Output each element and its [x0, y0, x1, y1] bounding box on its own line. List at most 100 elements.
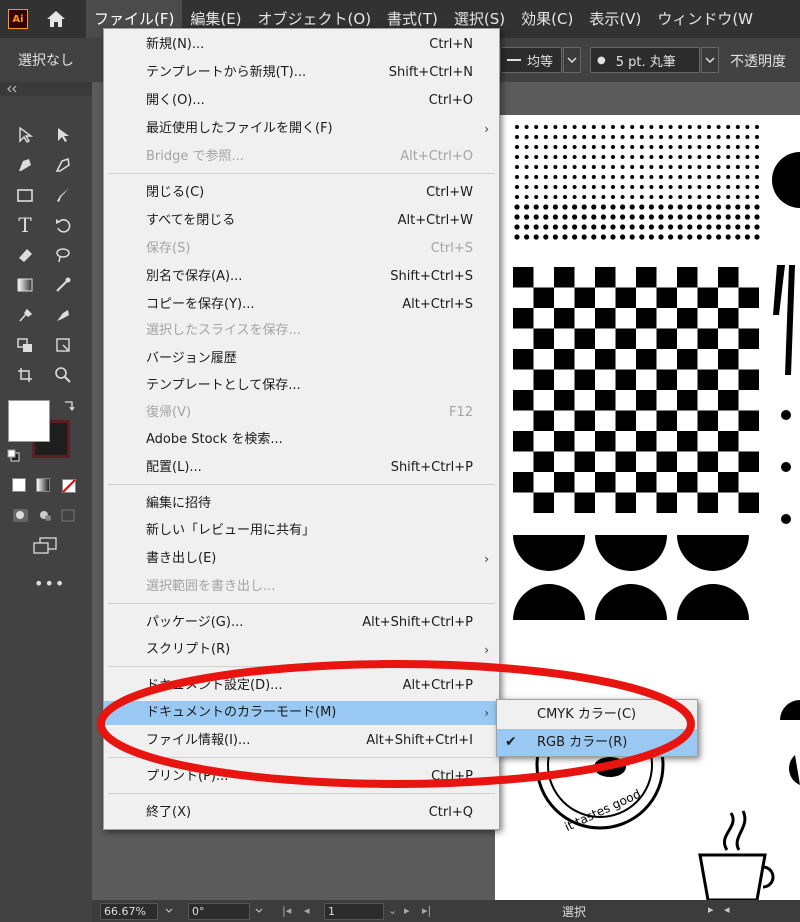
artwork-dot — [601, 125, 606, 129]
submenu-item-rgb[interactable]: ✔ RGB カラー(R) — [497, 729, 697, 756]
live-paint-tool-icon[interactable] — [48, 300, 78, 330]
fill-swatch[interactable] — [8, 400, 50, 442]
artwork-dot — [649, 135, 654, 139]
menu-item-open[interactable]: 開く(O)... Ctrl+O — [104, 89, 499, 113]
menu-item-save-as[interactable]: 別名で保存(A)... Shift+Ctrl+S — [104, 265, 499, 289]
previous-artboard-icon[interactable]: ◂ — [304, 904, 310, 917]
none-color-icon[interactable] — [62, 478, 76, 497]
artwork-dot — [735, 125, 740, 129]
artboard[interactable]: it tastes good — [495, 115, 800, 900]
more-tools-icon[interactable]: ••• — [34, 574, 65, 593]
artwork-dot — [572, 204, 578, 210]
artwork-dot — [735, 155, 740, 159]
draw-normal-icon[interactable] — [12, 508, 30, 528]
menu-item-share-for-review[interactable]: 新しい「レビュー用に共有」 — [104, 519, 499, 543]
draw-behind-icon[interactable] — [36, 508, 54, 528]
rotation-field[interactable]: 0° — [188, 903, 250, 920]
swap-colors-icon[interactable] — [62, 398, 76, 417]
stroke-profile-select[interactable]: 均等 — [500, 47, 562, 73]
menu-item-document-color-mode[interactable]: ドキュメントのカラーモード(M) › — [104, 701, 499, 725]
menu-item-print[interactable]: プリント(P)... Ctrl+P — [104, 765, 499, 789]
menu-item-file-info[interactable]: ファイル情報(I)... Alt+Shift+Ctrl+I — [104, 729, 499, 753]
shape-builder-icon[interactable] — [10, 330, 40, 360]
zoom-field[interactable]: 66.67% — [100, 903, 158, 920]
artwork-dot — [659, 165, 663, 169]
artwork-dot — [639, 145, 644, 149]
menu-item-version-history[interactable]: バージョン履歴 — [104, 347, 499, 371]
menu-item-export[interactable]: 書き出し(E) › — [104, 547, 499, 571]
scroll-left-icon[interactable]: ◂ — [724, 903, 730, 916]
blend-tool-icon[interactable] — [48, 270, 78, 300]
first-artboard-icon[interactable]: |◂ — [282, 904, 291, 917]
artwork-dot — [639, 125, 644, 129]
status-menu-icon[interactable]: ▸ — [708, 903, 714, 916]
fill-color-mode-icon[interactable] — [12, 478, 26, 492]
menu-item-new[interactable]: 新規(N)... Ctrl+N — [104, 33, 499, 57]
artwork-dot — [639, 195, 644, 199]
eraser-tool-icon[interactable] — [10, 240, 40, 270]
rotate-tool-icon[interactable] — [48, 210, 78, 240]
menu-item-save-copy[interactable]: コピーを保存(Y)... Alt+Ctrl+S — [104, 293, 499, 317]
screen-mode-icon[interactable] — [32, 536, 58, 560]
artwork-dot — [630, 185, 635, 189]
menu-item-close-all[interactable]: すべてを閉じる Alt+Ctrl+W — [104, 209, 499, 233]
zoom-tool-icon[interactable] — [48, 360, 78, 390]
menu-item-close[interactable]: 閉じる(C) Ctrl+W — [104, 181, 499, 205]
menu-view[interactable]: 表示(V) — [581, 0, 649, 38]
menu-item-exit[interactable]: 終了(X) Ctrl+Q — [104, 801, 499, 825]
lasso-tool-icon[interactable] — [48, 240, 78, 270]
artwork-dot — [572, 234, 578, 240]
paintbrush-tool-icon[interactable] — [48, 180, 78, 210]
pen-tool-icon[interactable] — [10, 150, 40, 180]
draw-inside-icon[interactable] — [60, 508, 78, 528]
menu-window[interactable]: ウィンドウ(W — [649, 0, 761, 38]
artwork-dot — [745, 135, 750, 139]
menu-item-search-adobe-stock[interactable]: Adobe Stock を検索... — [104, 428, 499, 452]
rectangle-tool-icon[interactable] — [10, 180, 40, 210]
chevron-down-icon[interactable] — [162, 903, 174, 920]
free-transform-icon[interactable] — [48, 330, 78, 360]
gradient-tool-icon[interactable] — [10, 270, 40, 300]
artwork-dot — [543, 185, 548, 189]
submenu-item-cmyk[interactable]: CMYK カラー(C) — [497, 701, 697, 728]
selection-tool-icon[interactable] — [48, 120, 78, 150]
eyedropper-tool-icon[interactable] — [10, 300, 40, 330]
tools-panel-header[interactable] — [0, 82, 92, 96]
menu-item-invite-to-edit[interactable]: 編集に招待 — [104, 492, 499, 516]
checker-square — [513, 472, 534, 493]
artwork-dot — [629, 234, 635, 240]
stroke-profile-dropdown[interactable] — [563, 47, 581, 73]
next-artboard-icon[interactable]: ▸ — [404, 904, 410, 917]
gradient-mode-icon[interactable] — [36, 478, 50, 492]
home-icon[interactable] — [42, 0, 70, 38]
artwork-dot — [735, 145, 740, 149]
type-tool-icon[interactable]: T — [10, 210, 40, 240]
artwork-dot — [524, 155, 529, 159]
artwork-dot — [563, 185, 567, 189]
artwork-dot — [687, 224, 693, 230]
chevron-down-icon[interactable]: ⌄ — [388, 904, 397, 917]
curvature-tool-icon[interactable] — [48, 150, 78, 180]
menu-item-open-recent[interactable]: 最近使用したファイルを開く(F) › — [104, 117, 499, 141]
menu-item-package[interactable]: パッケージ(G)... Alt+Shift+Ctrl+P — [104, 611, 499, 635]
brush-dropdown[interactable] — [701, 47, 719, 73]
artwork-dot — [524, 204, 530, 210]
default-colors-icon[interactable] — [7, 448, 21, 467]
menu-item-scripts[interactable]: スクリプト(R) › — [104, 638, 499, 662]
artwork-dot — [726, 165, 731, 169]
brush-select[interactable]: ● 5 pt. 丸筆 — [590, 47, 700, 73]
menu-effect[interactable]: 効果(C) — [513, 0, 581, 38]
menu-item-document-setup[interactable]: ドキュメント設定(D)... Alt+Ctrl+P — [104, 674, 499, 698]
direct-selection-icon[interactable] — [10, 120, 40, 150]
last-artboard-icon[interactable]: ▸| — [422, 904, 431, 917]
file-menu: 新規(N)... Ctrl+N テンプレートから新規(T)... Shift+Ctr… — [103, 28, 500, 830]
opacity-label[interactable]: 不透明度 — [730, 51, 786, 71]
artwork-dot — [524, 234, 530, 240]
menu-item-new-from-template[interactable]: テンプレートから新規(T)... Shift+Ctrl+N — [104, 61, 499, 85]
artwork-dot — [745, 175, 750, 179]
menu-item-place[interactable]: 配置(L)... Shift+Ctrl+P — [104, 456, 499, 480]
artboard-field[interactable]: 1 — [324, 903, 384, 920]
artboard-tool-icon[interactable] — [10, 360, 40, 390]
chevron-down-icon[interactable] — [252, 903, 264, 920]
menu-item-save-as-template[interactable]: テンプレートとして保存... — [104, 374, 499, 398]
